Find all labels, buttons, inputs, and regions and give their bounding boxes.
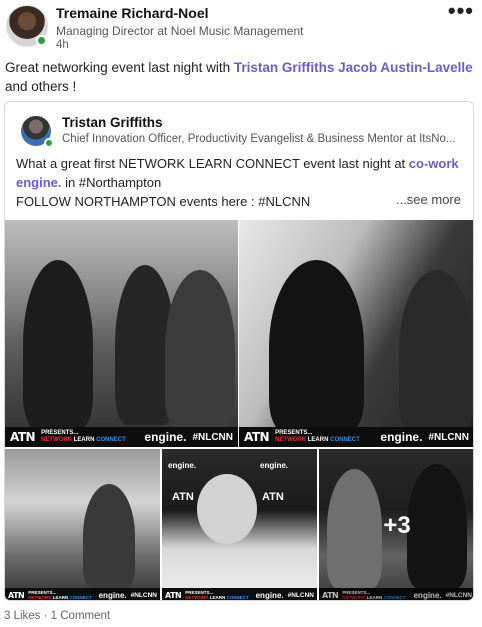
backdrop-engine-text: engine. bbox=[168, 461, 197, 470]
banner-engine: engine. bbox=[98, 590, 127, 600]
shared-online-status-icon bbox=[44, 138, 54, 148]
banner-presents: PRESENTS... bbox=[41, 430, 79, 436]
shared-text-line2: in #Northampton bbox=[61, 175, 162, 190]
event-photo-3[interactable]: ATN PRESENTS... NETWORK LEARN CONNECT en… bbox=[5, 449, 160, 600]
mention-jacob-austin-lavelle[interactable]: Jacob Austin-Lavelle bbox=[338, 60, 473, 75]
banner-tag: #NLCNN bbox=[130, 591, 157, 599]
online-status-icon bbox=[36, 35, 47, 46]
banner-network: NETWORK bbox=[185, 595, 209, 600]
banner-tag: #NLCNN bbox=[287, 591, 314, 599]
banner-network: NETWORK bbox=[28, 595, 52, 600]
post-text-intro: Great networking event last night with bbox=[5, 60, 234, 75]
backdrop-atn-logo: ATN bbox=[262, 491, 284, 503]
atn-logo: ATN bbox=[165, 590, 182, 600]
more-photos-overlay[interactable]: +3 bbox=[319, 449, 473, 600]
shared-post-card[interactable]: Tristan Griffiths Chief Innovation Offic… bbox=[4, 101, 474, 601]
shared-author-headline: Chief Innovation Officer, Productivity E… bbox=[62, 133, 456, 145]
author-name[interactable]: Tremaine Richard-Noel bbox=[56, 5, 209, 21]
banner-engine: engine. bbox=[144, 430, 187, 444]
banner-connect: CONNECT bbox=[330, 437, 360, 443]
atn-logo: ATN bbox=[8, 590, 25, 600]
banner-connect: CONNECT bbox=[96, 437, 126, 443]
event-photo-5[interactable]: ATN PRESENTS... NETWORK LEARN CONNECT en… bbox=[319, 449, 473, 600]
post-text: Great networking event last night with T… bbox=[5, 58, 477, 96]
photo-figure bbox=[197, 474, 257, 544]
photo-figure bbox=[165, 270, 235, 430]
backdrop-engine-text: engine. bbox=[260, 461, 289, 470]
atn-logo: ATN bbox=[244, 430, 270, 444]
banner-network: NETWORK bbox=[275, 437, 307, 443]
photo-figure bbox=[83, 484, 135, 589]
banner-engine: engine. bbox=[380, 430, 423, 444]
banner-connect: CONNECT bbox=[226, 595, 249, 600]
see-more-link[interactable]: ...see more bbox=[396, 192, 461, 207]
banner-learn: LEARN bbox=[73, 437, 95, 443]
photo-figure bbox=[23, 260, 93, 430]
post-text-outro: and others ! bbox=[5, 79, 77, 94]
author-headline: Managing Director at Noel Music Manageme… bbox=[56, 24, 304, 38]
event-banner: ATN PRESENTS... NETWORK LEARN CONNECT en… bbox=[5, 427, 238, 447]
event-photo-4[interactable]: engine. engine. ATN ATN ATN PRESENTS... … bbox=[162, 449, 317, 600]
event-banner: ATN PRESENTS... NETWORK LEARN CONNECT en… bbox=[239, 427, 473, 447]
shared-text-line1: What a great first NETWORK LEARN CONNECT… bbox=[16, 156, 409, 171]
event-photo-2[interactable]: ATN PRESENTS... NETWORK LEARN CONNECT en… bbox=[239, 220, 473, 447]
event-photo-1[interactable]: ATN PRESENTS... NETWORK LEARN CONNECT en… bbox=[5, 220, 238, 447]
banner-learn: LEARN bbox=[209, 595, 226, 600]
social-counts[interactable]: 3 Likes · 1 Comment bbox=[4, 610, 110, 622]
banner-network: NETWORK bbox=[41, 437, 73, 443]
photo-figure bbox=[399, 270, 473, 435]
banner-tag: #NLCNN bbox=[428, 431, 469, 443]
post-timestamp: 4h bbox=[56, 39, 69, 51]
more-options-icon[interactable]: ••• bbox=[448, 0, 474, 24]
banner-connect: CONNECT bbox=[69, 595, 92, 600]
event-banner: ATN PRESENTS... NETWORK LEARN CONNECT en… bbox=[5, 588, 160, 600]
banner-engine: engine. bbox=[255, 590, 284, 600]
banner-tag: #NLCNN bbox=[192, 431, 233, 443]
banner-presents: PRESENTS... bbox=[275, 430, 313, 436]
atn-logo: ATN bbox=[10, 430, 36, 444]
mention-tristan-griffiths[interactable]: Tristan Griffiths bbox=[234, 60, 335, 75]
banner-learn: LEARN bbox=[52, 595, 69, 600]
shared-author-name[interactable]: Tristan Griffiths bbox=[62, 115, 163, 130]
event-banner: ATN PRESENTS... NETWORK LEARN CONNECT en… bbox=[162, 588, 317, 600]
banner-learn: LEARN bbox=[307, 437, 329, 443]
shared-text-line3: FOLLOW NORTHAMPTON events here : #NLCNN bbox=[16, 194, 311, 209]
backdrop-atn-logo: ATN bbox=[172, 491, 194, 503]
photo-figure bbox=[269, 260, 364, 435]
